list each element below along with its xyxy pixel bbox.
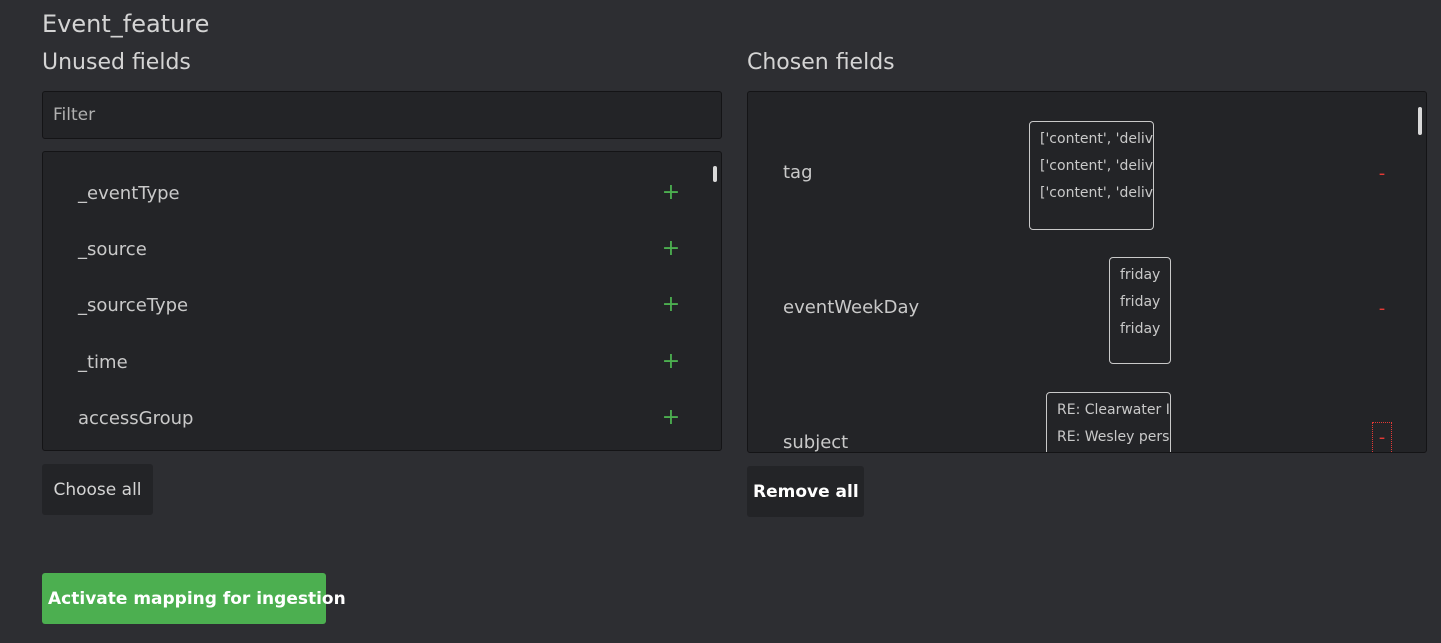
sample-value: friday <box>1120 267 1161 283</box>
add-field-button[interactable]: + <box>661 294 681 316</box>
remove-field-button[interactable]: - <box>1373 300 1391 318</box>
sample-values-box: RE: Clearwater II RE: Wesley perso <box>1046 392 1171 452</box>
sample-value: ['content', 'delive <box>1040 131 1154 147</box>
sample-value: RE: Wesley perso <box>1057 429 1171 445</box>
activate-mapping-button[interactable]: Activate mapping for ingestion <box>42 573 346 624</box>
chosen-list-scrollbar[interactable] <box>1418 107 1422 135</box>
unused-list-scrollbar[interactable] <box>713 166 717 182</box>
chosen-fields-title: Chosen fields <box>747 50 895 75</box>
sample-value: friday <box>1120 321 1161 337</box>
chosen-field-label: tag <box>783 162 813 183</box>
choose-all-button[interactable]: Choose all <box>42 464 153 515</box>
unused-field-label: accessGroup <box>78 407 194 429</box>
unused-field-label: _sourceType <box>78 294 189 316</box>
sample-values-box: ['content', 'delive ['content', 'delive … <box>1029 121 1154 230</box>
unused-field-item: _time + <box>78 342 681 382</box>
unused-field-item: accessGroup + <box>78 398 681 438</box>
unused-field-label: _source <box>78 238 147 260</box>
unused-field-item: _eventType + <box>78 173 681 213</box>
sample-values-box: friday friday friday <box>1109 257 1171 364</box>
unused-field-label: _eventType <box>78 182 180 204</box>
sample-value: ['content', 'delive <box>1040 185 1154 201</box>
add-field-button[interactable]: + <box>661 238 681 260</box>
unused-field-item: _sourceType + <box>78 285 681 325</box>
unused-fields-title: Unused fields <box>42 50 191 75</box>
sample-value: ['content', 'delive <box>1040 158 1154 174</box>
unused-fields-list[interactable]: _eventType + _source + _sourceType + _ti… <box>42 151 722 451</box>
add-field-button[interactable]: + <box>661 407 681 429</box>
add-field-button[interactable]: + <box>661 351 681 373</box>
remove-all-button[interactable]: Remove all <box>747 466 864 517</box>
add-field-button[interactable]: + <box>661 182 681 204</box>
unused-field-label: _time <box>78 351 128 373</box>
filter-input[interactable] <box>42 91 722 139</box>
unused-field-item: _source + <box>78 229 681 269</box>
sample-value: RE: Clearwater II <box>1057 402 1171 418</box>
chosen-fields-list[interactable]: tag ['content', 'delive ['content', 'del… <box>747 91 1427 453</box>
remove-field-button[interactable]: - <box>1372 422 1392 452</box>
chosen-field-label: eventWeekDay <box>783 297 920 318</box>
remove-field-button[interactable]: - <box>1373 165 1391 183</box>
page-title: Event_feature <box>42 10 210 38</box>
chosen-field-label: subject <box>783 432 849 453</box>
sample-value: friday <box>1120 294 1161 310</box>
